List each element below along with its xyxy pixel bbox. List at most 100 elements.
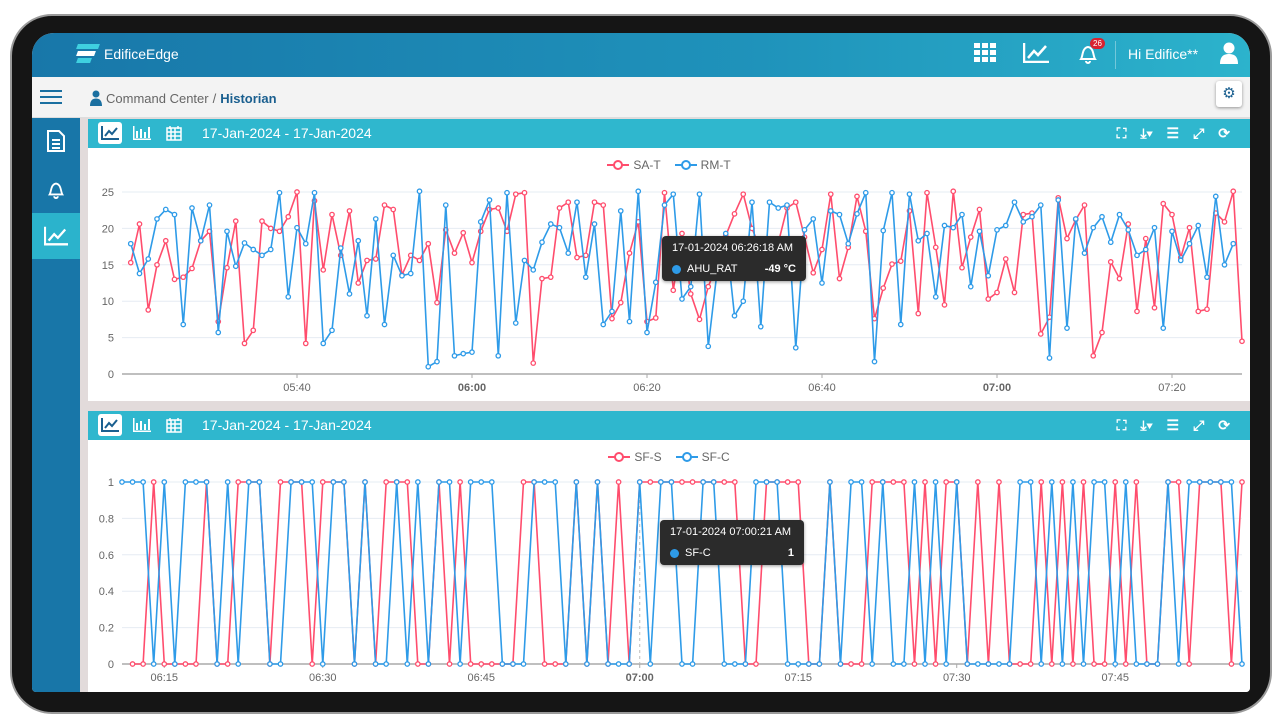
series-line-sf-s bbox=[132, 481, 1243, 665]
data-point bbox=[1221, 218, 1228, 225]
breadcrumb-parent[interactable]: Command Center bbox=[106, 91, 209, 106]
expand-icon[interactable]: ⤢ bbox=[1193, 417, 1204, 434]
user-greeting[interactable]: Hi Edifice** bbox=[1128, 46, 1198, 62]
data-point bbox=[460, 350, 467, 357]
tooltip-series: AHU_RAT bbox=[687, 263, 738, 275]
data-point bbox=[819, 280, 825, 286]
fullscreen-icon[interactable]: ⛶ bbox=[1117, 125, 1127, 142]
date-range[interactable]: 17-Jan-2024 - 17-Jan-2024 bbox=[202, 125, 372, 141]
data-point bbox=[1037, 331, 1044, 337]
data-point bbox=[1160, 200, 1167, 207]
data-point bbox=[510, 661, 516, 667]
x-tick-label: 06:40 bbox=[808, 382, 836, 394]
data-point bbox=[922, 661, 928, 667]
logo[interactable]: EdificeEdge bbox=[76, 43, 179, 65]
data-point bbox=[1081, 202, 1088, 208]
bell-icon bbox=[47, 182, 65, 199]
trend-chart-icon[interactable] bbox=[1022, 43, 1049, 68]
data-point bbox=[232, 218, 239, 224]
data-point bbox=[609, 308, 615, 315]
data-point bbox=[329, 327, 335, 334]
sidebar-item-reports[interactable] bbox=[32, 118, 80, 164]
bar-chart-view-button[interactable] bbox=[130, 414, 154, 436]
data-point bbox=[372, 256, 379, 262]
settings-gear-button[interactable]: ⚙ bbox=[1216, 81, 1242, 107]
data-point bbox=[393, 479, 400, 485]
user-icon[interactable] bbox=[1220, 42, 1238, 69]
data-point bbox=[416, 257, 423, 264]
y-tick-label: 0.6 bbox=[99, 550, 114, 562]
data-point bbox=[1090, 352, 1097, 359]
hamburger-menu-icon[interactable] bbox=[40, 90, 62, 104]
data-point bbox=[547, 274, 554, 281]
expand-icon[interactable]: ⤢ bbox=[1193, 125, 1204, 142]
data-point bbox=[1091, 479, 1097, 485]
data-point bbox=[119, 479, 125, 485]
sidebar-item-historian[interactable] bbox=[32, 213, 80, 259]
chart-panel-header-1: 17-Jan-2024 - 17-Jan-2024 ⛶ ⤓▾ ☰ ⤢ ⟳ bbox=[88, 119, 1250, 148]
data-point bbox=[985, 272, 992, 279]
data-point bbox=[1099, 329, 1105, 336]
data-point bbox=[574, 199, 580, 206]
data-point bbox=[1011, 289, 1018, 296]
data-point bbox=[985, 296, 992, 302]
refresh-icon[interactable]: ⟳ bbox=[1218, 125, 1230, 142]
app-screen: EdificeEdge 26 Hi Edifice** Command Cent… bbox=[32, 33, 1250, 692]
data-point bbox=[1091, 661, 1097, 667]
data-point bbox=[816, 661, 823, 667]
data-point bbox=[298, 479, 305, 485]
data-point bbox=[414, 479, 421, 485]
data-point bbox=[162, 237, 169, 244]
list-icon[interactable]: ☰ bbox=[1167, 125, 1180, 142]
y-tick-label: 0.8 bbox=[99, 513, 114, 525]
data-point bbox=[731, 661, 738, 667]
refresh-icon[interactable]: ⟳ bbox=[1218, 417, 1230, 434]
data-point bbox=[425, 661, 432, 667]
data-point bbox=[996, 661, 1002, 667]
data-point bbox=[644, 329, 650, 336]
sidebar-item-alarms[interactable] bbox=[32, 166, 80, 212]
data-point bbox=[235, 479, 242, 485]
data-point bbox=[311, 189, 318, 196]
data-point bbox=[1134, 308, 1140, 315]
data-point bbox=[1112, 661, 1119, 667]
data-point bbox=[810, 216, 817, 222]
data-point bbox=[488, 479, 495, 485]
download-icon[interactable]: ⤓▾ bbox=[1140, 417, 1152, 434]
brand-name: EdificeEdge bbox=[104, 46, 179, 62]
bar-chart-view-button[interactable] bbox=[130, 122, 154, 144]
data-point bbox=[819, 246, 825, 253]
data-point bbox=[206, 202, 213, 208]
fullscreen-icon[interactable]: ⛶ bbox=[1117, 417, 1127, 434]
y-tick-label: 0 bbox=[108, 369, 114, 381]
data-point bbox=[259, 252, 265, 259]
data-point bbox=[235, 661, 242, 667]
line-chart-view-button[interactable] bbox=[98, 122, 122, 144]
data-point bbox=[1101, 479, 1108, 485]
data-point bbox=[562, 661, 569, 667]
data-point bbox=[355, 280, 362, 286]
data-point bbox=[753, 661, 759, 667]
data-point bbox=[277, 661, 284, 667]
grid-icon[interactable] bbox=[974, 43, 996, 68]
data-point bbox=[1177, 257, 1184, 264]
x-tick-label: 05:40 bbox=[283, 382, 311, 394]
data-point bbox=[161, 661, 168, 667]
data-point bbox=[399, 272, 405, 279]
data-point bbox=[749, 199, 755, 206]
data-point bbox=[1221, 261, 1228, 268]
data-point bbox=[521, 189, 528, 196]
line-chart-fan-status: 0 0.2 0.4 0.6 0.8 1 06:15 06:30 06:45 07:00 07:15 0… bbox=[99, 477, 1245, 684]
download-icon[interactable]: ⤓▾ bbox=[1140, 125, 1152, 142]
date-range[interactable]: 17-Jan-2024 - 17-Jan-2024 bbox=[202, 417, 372, 433]
data-point bbox=[276, 228, 283, 235]
line-chart-view-button[interactable] bbox=[98, 414, 122, 436]
calendar-button[interactable] bbox=[162, 414, 186, 436]
data-point bbox=[193, 479, 199, 485]
data-point bbox=[1116, 275, 1123, 282]
data-point bbox=[539, 275, 545, 282]
data-point bbox=[319, 661, 326, 667]
calendar-button[interactable] bbox=[162, 122, 186, 144]
y-tick-label: 20 bbox=[102, 223, 114, 235]
list-icon[interactable]: ☰ bbox=[1167, 417, 1180, 434]
